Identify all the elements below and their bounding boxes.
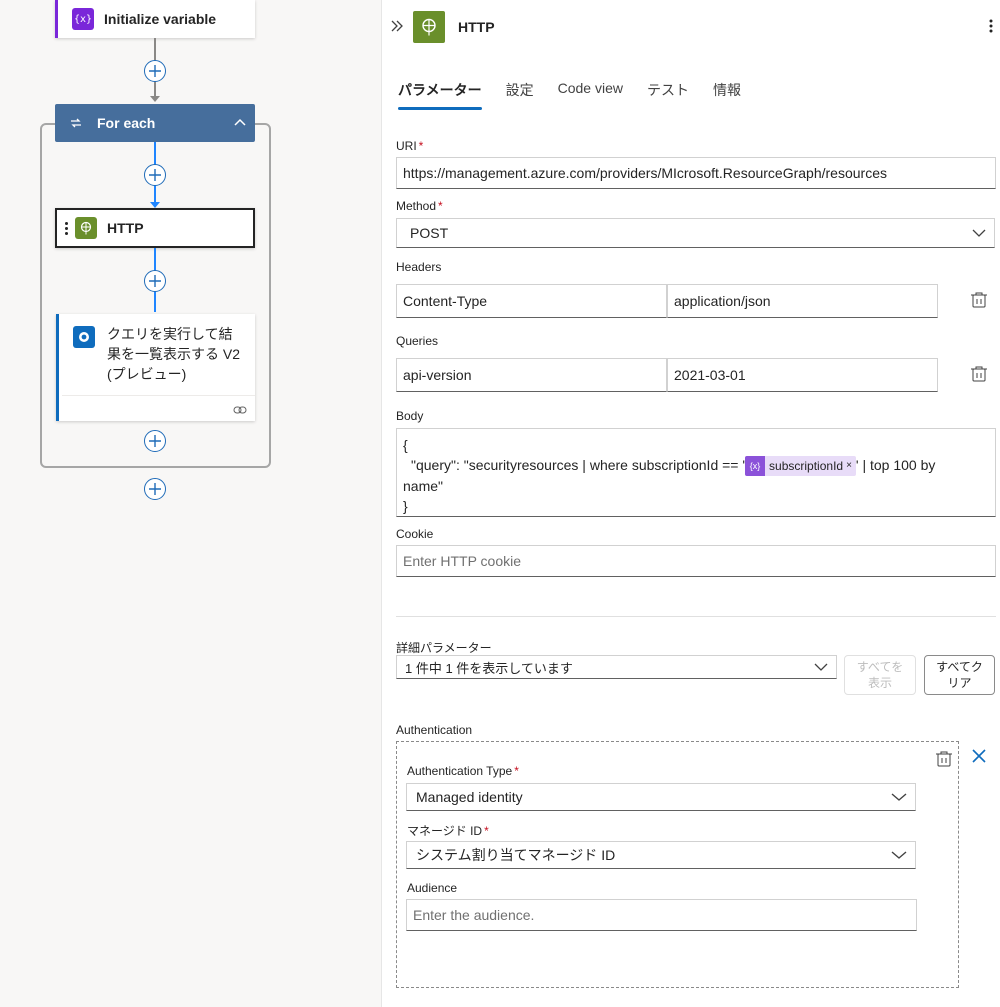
foreach-title: For each bbox=[97, 115, 156, 131]
plus-icon bbox=[149, 169, 161, 181]
http-action-title: HTTP bbox=[107, 220, 144, 236]
section-divider bbox=[396, 616, 996, 617]
http-action-card[interactable]: HTTP bbox=[55, 208, 255, 248]
method-dropdown[interactable]: POST bbox=[396, 218, 995, 248]
plus-icon bbox=[149, 483, 161, 495]
chevron-down-icon bbox=[814, 663, 828, 671]
add-step-button[interactable] bbox=[144, 270, 166, 292]
resource-graph-icon bbox=[73, 326, 95, 348]
card-footer bbox=[62, 395, 255, 421]
cookie-label: Cookie bbox=[396, 527, 434, 541]
query-action-title: クエリを実行して結果を一覧表示する V2 (プレビュー) bbox=[107, 326, 241, 382]
foreach-header[interactable]: For each bbox=[55, 104, 255, 142]
authentication-type-value: Managed identity bbox=[416, 789, 523, 805]
subscription-id-token[interactable]: {x} subscriptionId × bbox=[745, 456, 856, 477]
authentication-label: Authentication bbox=[396, 723, 473, 737]
managed-identity-dropdown[interactable]: システム割り当てマネージド ID bbox=[406, 841, 916, 869]
authentication-type-dropdown[interactable]: Managed identity bbox=[406, 783, 916, 811]
remove-token-icon[interactable]: × bbox=[846, 456, 852, 476]
audience-input[interactable]: Enter the audience. bbox=[406, 899, 917, 931]
body-line: } bbox=[403, 498, 408, 515]
tab-parameters[interactable]: パラメーター bbox=[398, 80, 482, 110]
tab-settings[interactable]: 設定 bbox=[506, 80, 534, 110]
connector-arrow bbox=[150, 96, 160, 102]
method-label: Method * bbox=[396, 199, 443, 213]
more-options-icon[interactable] bbox=[988, 18, 994, 34]
tab-code-view[interactable]: Code view bbox=[558, 80, 623, 110]
chevron-down-icon bbox=[891, 851, 907, 859]
add-step-button[interactable] bbox=[144, 60, 166, 82]
http-globe-icon bbox=[413, 11, 445, 43]
chevron-down-icon bbox=[972, 229, 986, 237]
plus-icon bbox=[149, 275, 161, 287]
close-icon[interactable] bbox=[972, 749, 986, 763]
add-step-button[interactable] bbox=[144, 478, 166, 500]
audience-label: Audience bbox=[407, 881, 458, 895]
action-details-panel: HTTP パラメーター 設定 Code view テスト 情報 URI * htt… bbox=[382, 0, 1000, 1007]
delete-icon[interactable] bbox=[970, 365, 988, 383]
header-key-input[interactable]: Content-Type bbox=[396, 284, 667, 318]
advanced-parameters-label: 詳細パラメーター bbox=[396, 641, 492, 655]
tab-about[interactable]: 情報 bbox=[713, 80, 741, 110]
uri-label: URI * bbox=[396, 139, 424, 153]
queries-label: Queries bbox=[396, 334, 439, 348]
link-icon[interactable] bbox=[233, 405, 247, 415]
add-step-button[interactable] bbox=[144, 430, 166, 452]
show-all-button[interactable]: すべてを 表示 bbox=[844, 655, 916, 695]
method-value: POST bbox=[410, 225, 449, 241]
header-value-input[interactable]: application/json bbox=[667, 284, 938, 318]
body-editor[interactable]: { "query": "securityresources | where su… bbox=[396, 428, 996, 517]
advanced-parameters-dropdown[interactable]: 1 件中 1 件を表示しています bbox=[396, 655, 837, 679]
initialize-variable-card[interactable]: {x} Initialize variable bbox=[55, 0, 255, 38]
initialize-variable-title: Initialize variable bbox=[104, 11, 217, 27]
uri-input[interactable]: https://management.azure.com/providers/M… bbox=[396, 157, 996, 189]
add-step-button[interactable] bbox=[144, 164, 166, 186]
authentication-section: Authentication Type * Managed identity マネ… bbox=[396, 741, 959, 988]
variable-icon: {x} bbox=[72, 8, 94, 30]
query-action-card[interactable]: クエリを実行して結果を一覧表示する V2 (プレビュー) bbox=[56, 314, 255, 421]
delete-icon[interactable] bbox=[935, 750, 953, 768]
cookie-input[interactable]: Enter HTTP cookie bbox=[396, 545, 996, 577]
tab-list: パラメーター 設定 Code view テスト 情報 bbox=[398, 80, 741, 110]
managed-identity-label: マネージド ID * bbox=[407, 824, 489, 838]
query-value-input[interactable]: 2021-03-01 bbox=[667, 358, 938, 392]
panel-header: HTTP bbox=[382, 0, 1000, 56]
body-line: "query": "securityresources | where subs… bbox=[403, 455, 989, 477]
managed-identity-value: システム割り当てマネージド ID bbox=[416, 847, 616, 863]
collapse-panel-icon[interactable] bbox=[390, 18, 404, 34]
variable-icon: {x} bbox=[745, 456, 766, 477]
drag-handle-icon[interactable] bbox=[63, 221, 69, 235]
body-label: Body bbox=[396, 409, 424, 423]
body-line: { bbox=[403, 437, 408, 453]
authentication-type-label: Authentication Type * bbox=[407, 764, 519, 778]
headers-label: Headers bbox=[396, 260, 442, 274]
http-globe-icon bbox=[75, 217, 97, 239]
loop-icon bbox=[71, 118, 81, 128]
tab-test[interactable]: テスト bbox=[647, 80, 689, 110]
plus-icon bbox=[149, 435, 161, 447]
query-key-input[interactable]: api-version bbox=[396, 358, 667, 392]
delete-icon[interactable] bbox=[970, 291, 988, 309]
plus-icon bbox=[149, 65, 161, 77]
designer-canvas: {x} Initialize variable For each HTTP クエ… bbox=[0, 0, 382, 1007]
body-line: name" bbox=[403, 478, 443, 495]
chevron-down-icon bbox=[891, 793, 907, 801]
advanced-parameters-summary: 1 件中 1 件を表示しています bbox=[405, 660, 573, 676]
collapse-chevron-icon[interactable] bbox=[233, 116, 247, 130]
panel-title[interactable]: HTTP bbox=[458, 19, 495, 35]
clear-all-button[interactable]: すべてク リア bbox=[924, 655, 995, 695]
